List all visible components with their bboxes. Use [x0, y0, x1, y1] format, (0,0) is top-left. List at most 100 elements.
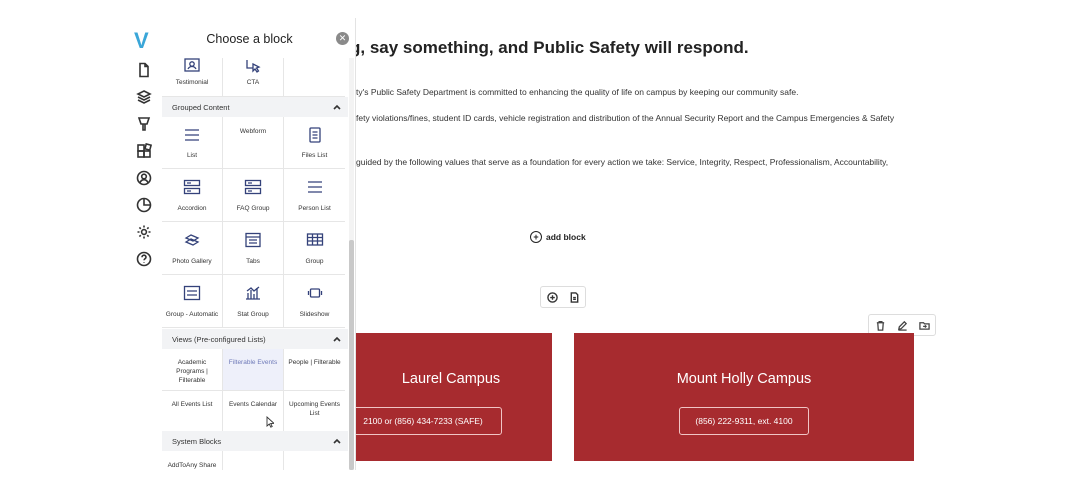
block-label: Photo Gallery	[172, 258, 212, 265]
block-row: Photo Gallery Tabs Group	[162, 222, 348, 275]
chevron-up-icon[interactable]	[332, 436, 342, 446]
testimonial-icon	[183, 58, 201, 74]
block-tabs[interactable]: Tabs	[223, 222, 284, 275]
block-cta[interactable]: CTA	[223, 58, 284, 97]
block-label: CTA	[246, 79, 260, 86]
block-webform[interactable]: Webform	[223, 117, 284, 169]
file-icon[interactable]	[136, 62, 152, 78]
block-empty	[223, 451, 284, 470]
block-events-calendar[interactable]: Events Calendar	[223, 391, 284, 433]
delete-button[interactable]	[869, 315, 891, 335]
left-toolbar: V	[130, 18, 158, 470]
block-people-filterable[interactable]: People | Filterable	[284, 349, 345, 391]
pencil-icon	[897, 320, 907, 331]
campus-card-mount-holly: Mount Holly Campus (856) 222-9311, ext. …	[574, 333, 914, 461]
block-label: Filterable Events	[228, 359, 278, 366]
block-person-list[interactable]: Person List	[284, 169, 345, 222]
block-testimonial[interactable]: Testimonial	[162, 58, 223, 97]
panel-scrollbar[interactable]	[349, 58, 354, 470]
campus-card-laurel: Laurel Campus 2100 or (856) 434-7233 (SA…	[344, 333, 552, 461]
page-headline: g, say something, and Public Safety will…	[350, 38, 749, 57]
trash-icon	[876, 320, 884, 331]
section-header-views[interactable]: Views (Pre-configured Lists)	[162, 329, 348, 349]
block-slideshow[interactable]: Slideshow	[284, 275, 345, 328]
campus-phone-button[interactable]: 2100 or (856) 434-7233 (SAFE)	[344, 407, 502, 435]
template-button[interactable]	[563, 287, 585, 307]
app-frame: V g, say something, and Public Safety wi…	[130, 18, 960, 470]
block-group-automatic[interactable]: Group - Automatic	[162, 275, 223, 328]
move-button[interactable]	[913, 315, 935, 335]
section-header-grouped-content[interactable]: Grouped Content	[162, 97, 348, 117]
block-files-list[interactable]: Files List	[284, 117, 345, 169]
block-label: Academic Programs | Filterable	[176, 359, 208, 384]
block-filterable-events[interactable]: Filterable Events	[223, 349, 284, 391]
layers-icon[interactable]	[136, 89, 152, 105]
block-row: Academic Programs | Filterable Filterabl…	[162, 349, 348, 391]
plus-circle-icon: +	[530, 231, 542, 243]
block-label: Group - Automatic	[165, 311, 219, 318]
section-title: Grouped Content	[172, 103, 230, 112]
block-empty	[284, 58, 345, 97]
block-label: Upcoming Events List	[289, 401, 340, 417]
block-faq-group[interactable]: FAQ Group	[223, 169, 284, 222]
block-list[interactable]: Testimonial CTA Grouped Content List Web…	[162, 58, 348, 470]
block-row: Group - Automatic Stat Group Slideshow	[162, 275, 348, 328]
page-content: g, say something, and Public Safety will…	[344, 18, 960, 470]
choose-block-panel: Choose a block ✕ Testimonial CTA Grouped…	[162, 18, 356, 470]
edit-button[interactable]	[891, 315, 913, 335]
chevron-up-icon[interactable]	[332, 334, 342, 344]
block-addtoany-share[interactable]: AddToAny Share	[162, 451, 223, 470]
block-group[interactable]: Group	[284, 222, 345, 275]
chevron-up-icon[interactable]	[332, 102, 342, 112]
panel-title: Choose a block	[206, 32, 293, 46]
paragraph: fety violations/fines, student ID cards,…	[356, 113, 895, 123]
slideshow-icon	[306, 285, 324, 301]
group-icon	[306, 232, 324, 248]
block-label: Group	[305, 258, 324, 265]
scrollbar-thumb[interactable]	[349, 240, 354, 470]
section-header-system-blocks[interactable]: System Blocks	[162, 431, 348, 451]
block-label: People | Filterable	[288, 359, 341, 366]
add-block-label: add block	[546, 232, 586, 242]
block-label: Events Calendar	[228, 401, 278, 408]
campus-phone-button[interactable]: (856) 222-9311, ext. 4100	[679, 407, 809, 435]
block-label: Tabs	[246, 258, 260, 265]
block-empty	[284, 451, 345, 470]
person-list-icon	[306, 179, 324, 195]
block-label: Accordion	[177, 205, 207, 212]
block-row: All Events List Events Calendar Upcoming…	[162, 391, 348, 433]
section-title: System Blocks	[172, 437, 222, 446]
cta-icon	[244, 58, 262, 74]
brush-icon[interactable]	[136, 116, 152, 132]
block-label: All Events List	[171, 401, 213, 408]
user-icon[interactable]	[136, 170, 152, 186]
block-upcoming-events-list[interactable]: Upcoming Events List	[284, 391, 345, 433]
section-toolbar	[540, 286, 586, 308]
add-block-button[interactable]: + add block	[530, 231, 586, 243]
block-photo-gallery[interactable]: Photo Gallery	[162, 222, 223, 275]
block-label: Testimonial	[175, 79, 209, 86]
block-academic-programs-filterable[interactable]: Academic Programs | Filterable	[162, 349, 223, 391]
gear-icon[interactable]	[136, 224, 152, 240]
chart-icon[interactable]	[136, 197, 152, 213]
paragraph: guided by the following values that serv…	[356, 157, 889, 167]
block-all-events-list[interactable]: All Events List	[162, 391, 223, 433]
document-icon	[570, 291, 578, 303]
group-automatic-icon	[183, 285, 201, 301]
blocks-icon[interactable]	[136, 142, 153, 159]
faq-group-icon	[244, 179, 262, 195]
folder-icon	[918, 321, 930, 330]
close-icon[interactable]: ✕	[336, 32, 349, 45]
help-icon[interactable]	[136, 251, 152, 267]
plus-circle-icon	[546, 291, 558, 303]
block-row: Accordion FAQ Group Person List	[162, 169, 348, 222]
app-logo: V	[134, 28, 149, 53]
campus-title: Laurel Campus	[401, 371, 501, 387]
block-label: List	[186, 152, 198, 159]
photo-gallery-icon	[183, 232, 201, 248]
add-section-button[interactable]	[541, 287, 563, 307]
block-stat-group[interactable]: Stat Group	[223, 275, 284, 328]
block-accordion[interactable]: Accordion	[162, 169, 223, 222]
block-label: AddToAny Share	[167, 462, 217, 469]
block-list-item[interactable]: List	[162, 117, 223, 169]
